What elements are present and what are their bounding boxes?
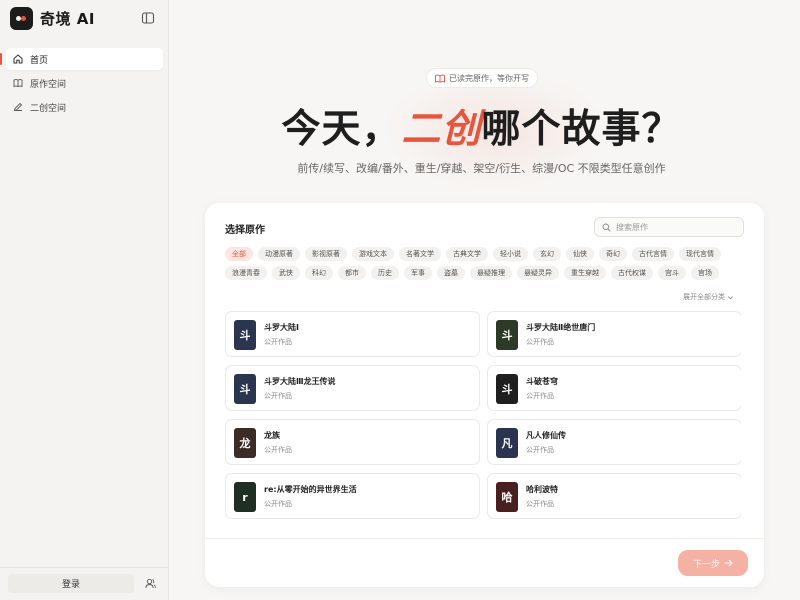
book-subtitle: 公开作品 [526, 500, 554, 508]
category-tag[interactable]: 轻小说 [493, 247, 528, 261]
category-tag[interactable]: 悬疑灵异 [517, 266, 559, 280]
book-icon [13, 79, 23, 88]
category-tag[interactable]: 武侠 [272, 266, 300, 280]
expand-label: 展开全部分类 [683, 293, 725, 301]
app-name: 奇境 AI [40, 10, 95, 28]
book-cover: 哈 [496, 482, 518, 512]
book-list: 斗斗罗大陆Ⅰ 公开作品斗斗罗大陆Ⅱ绝世唐门 公开作品斗斗罗大陆Ⅲ龙王传说 公开作品斗斗… [225, 311, 741, 519]
book-card[interactable]: 斗斗破苍穹公开作品 [487, 365, 741, 411]
book-title: 凡人修仙传 [526, 431, 566, 440]
book-subtitle: 公开作品 [264, 500, 292, 508]
book-title: 龙族 [264, 431, 280, 440]
book-title: 斗罗大陆Ⅰ [264, 323, 299, 332]
book-card[interactable]: 斗斗罗大陆Ⅱ绝世唐门 公开作品 [487, 311, 741, 357]
page-title: 今天，二创哪个故事？ [0, 98, 800, 154]
book-subtitle: 公开作品 [264, 392, 292, 400]
sidebar-item-label: 首页 [30, 55, 49, 66]
sidebar-item-home[interactable]: 首页 [0, 48, 163, 70]
book-title: 斗罗大陆Ⅲ龙王传说 [264, 377, 336, 386]
book-card[interactable]: 凡凡人修仙传公开作品 [487, 419, 741, 465]
card-title: 选择原作 [225, 225, 265, 236]
book-subtitle: 公开作品 [526, 392, 554, 400]
sidebar-footer: 登录 [0, 567, 169, 600]
book-title: 斗破苍穹 [526, 377, 558, 386]
category-tag[interactable]: 奇幻 [599, 247, 627, 261]
book-card[interactable]: 斗斗罗大陆Ⅲ龙王传说 公开作品 [225, 365, 480, 411]
book-title: 斗罗大陆Ⅱ绝世唐门 [526, 323, 596, 332]
category-tag[interactable]: 军事 [404, 266, 432, 280]
category-tag[interactable]: 官场 [691, 266, 719, 280]
sidebar: 奇境 AI 首页 原作空间 二创空间 登录 [0, 0, 169, 600]
category-tag[interactable]: 科幻 [305, 266, 333, 280]
category-tag[interactable]: 重生穿越 [564, 266, 606, 280]
book-cover: 凡 [496, 428, 518, 458]
book-cover: 斗 [496, 320, 518, 350]
sidebar-item-originals[interactable]: 原作空间 [6, 72, 163, 94]
search-box [594, 217, 744, 237]
book-card[interactable]: 龙龙族公开作品 [225, 419, 480, 465]
category-tag[interactable]: 历史 [371, 266, 399, 280]
book-subtitle: 公开作品 [526, 446, 554, 454]
next-label: 下一步 [692, 559, 720, 570]
category-tag[interactable]: 影视原著 [305, 247, 347, 261]
brand[interactable]: 奇境 AI [10, 7, 95, 30]
expand-categories[interactable]: 展开全部分类 [683, 292, 734, 302]
category-tag[interactable]: 都市 [338, 266, 366, 280]
book-cover: 斗 [234, 320, 256, 350]
book-title: 哈利波特 [526, 485, 558, 494]
book-card[interactable]: 哈哈利波特公开作品 [487, 473, 741, 519]
page-subtitle: 前传/续写、改编/番外、重生/穿越、架空/衍生、综漫/OC 不限类型任意创作 [297, 162, 666, 175]
headline-accent: 二创 [401, 107, 482, 152]
category-tag[interactable]: 现代言情 [679, 247, 721, 261]
book-title: re:从零开始的异世界生活 [264, 485, 357, 494]
card-divider [205, 538, 764, 539]
search-input[interactable] [616, 222, 734, 232]
arrow-right-icon [724, 559, 733, 567]
category-tag[interactable]: 盗墓 [437, 266, 465, 280]
book-cover: 龙 [234, 428, 256, 458]
category-tag[interactable]: 古典文学 [446, 247, 488, 261]
logo-icon [10, 7, 33, 30]
book-subtitle: 公开作品 [526, 338, 554, 346]
book-cover: r [234, 482, 256, 512]
category-tag[interactable]: 浪漫青春 [225, 266, 267, 280]
category-tag[interactable]: 全部 [225, 247, 253, 261]
hero-badge-text: 已读完原作，等你开写 [449, 73, 529, 83]
hero-badge: 已读完原作，等你开写 [426, 68, 538, 88]
book-subtitle: 公开作品 [264, 446, 292, 454]
category-tag[interactable]: 游戏文本 [352, 247, 394, 261]
next-button[interactable]: 下一步 [678, 550, 748, 576]
category-tag[interactable]: 动漫原著 [258, 247, 300, 261]
book-card[interactable]: r re:从零开始的异世界生活 公开作品 [225, 473, 480, 519]
original-picker-card: 选择原作 全部动漫原著影视原著游戏文本名著文学古典文学轻小说玄幻仙侠奇幻古代言情… [205, 203, 764, 587]
category-tags: 全部 动漫原著 影视原著 游戏文本 名著文学 古典文学 轻小说 玄幻 仙侠 奇幻 古代言情 现代言情浪… [225, 247, 745, 280]
category-tag[interactable]: 古代权谋 [611, 266, 653, 280]
book-card[interactable]: 斗斗罗大陆Ⅰ 公开作品 [225, 311, 480, 357]
headline-post: 哪个故事？ [481, 107, 682, 152]
sidebar-item-label: 原作空间 [30, 79, 67, 90]
book-subtitle: 公开作品 [264, 338, 292, 346]
book-cover: 斗 [496, 374, 518, 404]
category-tag[interactable]: 玄幻 [533, 247, 561, 261]
user-icon[interactable] [145, 578, 156, 589]
category-tag[interactable]: 名著文学 [399, 247, 441, 261]
book-cover: 斗 [234, 374, 256, 404]
login-button[interactable]: 登录 [8, 574, 134, 593]
headline-pre: 今天， [281, 107, 402, 152]
category-tag[interactable]: 宫斗 [658, 266, 686, 280]
chevron-down-icon [727, 295, 734, 299]
category-tag[interactable]: 古代言情 [632, 247, 674, 261]
category-tag[interactable]: 仙侠 [566, 247, 594, 261]
book-open-icon [435, 74, 445, 83]
search-icon [602, 223, 611, 232]
category-tag[interactable]: 悬疑推理 [470, 266, 512, 280]
home-icon [13, 54, 23, 64]
sidebar-toggle-icon[interactable] [141, 11, 155, 25]
